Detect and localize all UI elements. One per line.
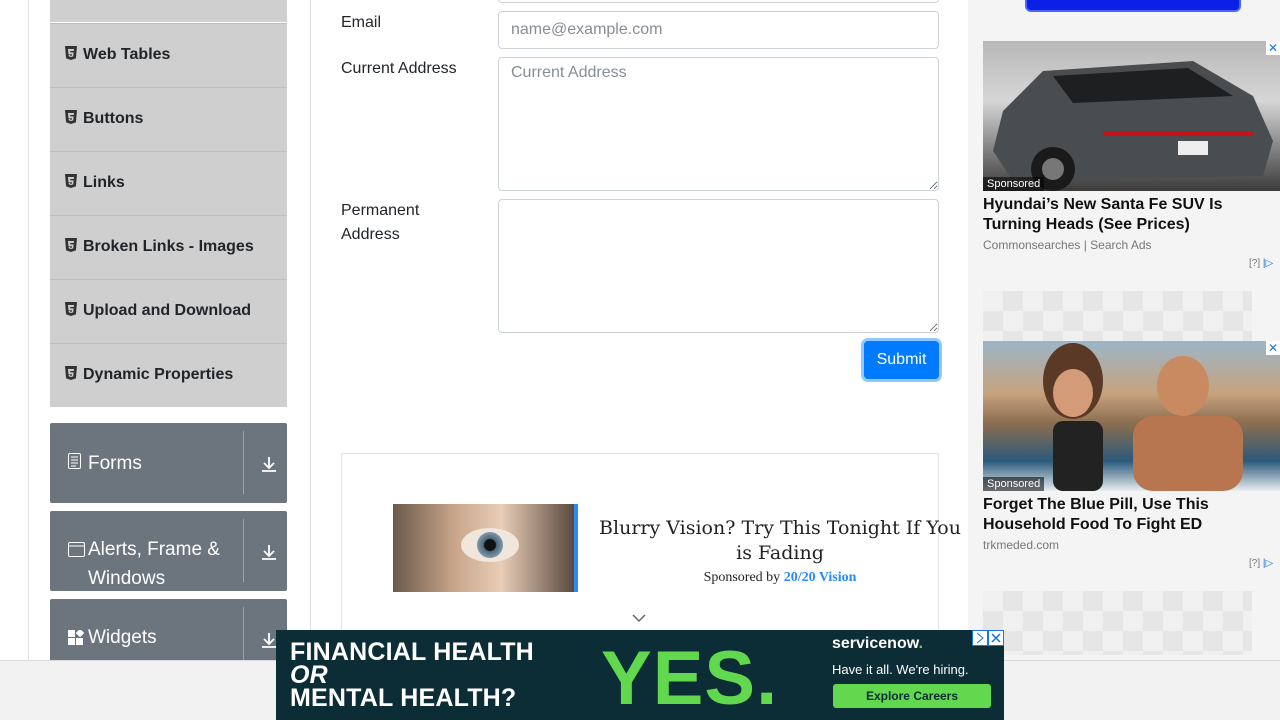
banner-yes: YES. bbox=[601, 636, 779, 720]
ad-boat-image[interactable]: Sponsored ✕ bbox=[983, 341, 1280, 491]
brand-dot: . bbox=[918, 635, 924, 652]
sidebar-group-label: Alerts, Frame & Windows bbox=[88, 539, 220, 589]
banner-tagline: Have it all. We're hiring. bbox=[832, 662, 969, 677]
banner-headline: FINANCIAL HEALTH OR MENTAL HEALTH? bbox=[290, 640, 534, 712]
previous-input-edge bbox=[498, 0, 939, 3]
current-address-label: Current Address bbox=[341, 60, 457, 77]
sidebar-group-alerts[interactable]: Alerts, Frame & Windows bbox=[50, 511, 287, 591]
divider bbox=[243, 519, 244, 582]
download-arrow-icon[interactable] bbox=[260, 543, 278, 561]
sidebar-item-label: Buttons bbox=[83, 110, 144, 127]
ad-sponsor-name[interactable]: 20/20 Vision bbox=[784, 570, 857, 585]
download-arrow-icon[interactable] bbox=[260, 455, 278, 473]
permanent-address-label: Permanent Address bbox=[341, 199, 419, 247]
divider bbox=[243, 431, 244, 494]
ad-meta[interactable]: [?] |▷ bbox=[1249, 558, 1273, 569]
ad-meta[interactable]: [?] |▷ bbox=[1249, 258, 1273, 269]
ad-meta-text: [?] bbox=[1249, 258, 1261, 269]
sidebar-item-label: Web Tables bbox=[83, 46, 171, 63]
sidebar-item-upload-download[interactable]: Upload and Download bbox=[50, 279, 287, 343]
ad-meta-text: [?] bbox=[1249, 558, 1261, 569]
ad-top-button[interactable] bbox=[1025, 0, 1241, 12]
permanent-address-label-line1: Permanent bbox=[341, 202, 420, 219]
sidebar-group-label: Widgets bbox=[88, 627, 157, 648]
sidebar-item-label: Links bbox=[83, 174, 125, 191]
ad-close-icon[interactable] bbox=[972, 630, 1004, 646]
banner-brand: servicenow. bbox=[832, 635, 923, 653]
html5-icon bbox=[65, 46, 77, 60]
left-divider bbox=[28, 0, 29, 660]
adchoices-icon: |▷ bbox=[1262, 558, 1274, 569]
html5-icon bbox=[65, 238, 77, 252]
brand-main: servicenow bbox=[832, 635, 919, 652]
html5-icon bbox=[65, 366, 77, 380]
ad-headline[interactable]: Forget The Blue Pill, Use This Household… bbox=[983, 495, 1280, 535]
bottom-banner-ad[interactable]: FINANCIAL HEALTH OR MENTAL HEALTH? YES. … bbox=[276, 630, 1004, 720]
sidebar-item-previous[interactable] bbox=[50, 0, 287, 22]
ad-headline[interactable]: Hyundai’s New Santa Fe SUV Is Turning He… bbox=[983, 195, 1280, 235]
ad-headline[interactable]: Blurry Vision? Try This Tonight If You i… bbox=[585, 516, 975, 566]
eye-iris bbox=[477, 532, 503, 558]
banner-controls[interactable] bbox=[972, 630, 1004, 646]
main-divider bbox=[310, 0, 311, 660]
page: { "sidebar": { "subitems": [ {"label": "… bbox=[0, 0, 1280, 720]
sponsored-tag: Sponsored bbox=[983, 477, 1045, 491]
ad-source[interactable]: trkmeded.com bbox=[983, 538, 1059, 552]
ad-headline-line2: is Fading bbox=[736, 542, 824, 564]
adchoices-icon: |▷ bbox=[1262, 258, 1274, 269]
ad-sponsor-line: Sponsored by 20/20 Vision bbox=[585, 570, 975, 586]
ad-pattern-spacer bbox=[983, 291, 1252, 341]
sidebar-item-buttons[interactable]: Buttons bbox=[50, 87, 287, 151]
suv-illustration bbox=[993, 61, 1273, 191]
sidebar-group-label: Forms bbox=[88, 453, 142, 474]
ad-source[interactable]: Commonsearches | Search Ads bbox=[983, 238, 1152, 252]
ad-eye-image[interactable] bbox=[393, 504, 574, 592]
permanent-address-label-line2: Address bbox=[341, 226, 400, 243]
current-address-field[interactable] bbox=[498, 57, 939, 191]
banner-line3: MENTAL HEALTH? bbox=[290, 684, 517, 712]
permanent-address-field[interactable] bbox=[498, 199, 939, 333]
explore-careers-button[interactable]: Explore Careers bbox=[833, 684, 991, 708]
email-label: Email bbox=[341, 14, 382, 31]
ad-car-image[interactable]: Sponsored ✕ bbox=[983, 41, 1280, 191]
html5-icon bbox=[65, 174, 77, 188]
sidebar-item-label: Broken Links - Images bbox=[83, 238, 254, 255]
email-field[interactable] bbox=[498, 11, 939, 49]
sidebar-item-broken-links[interactable]: Broken Links - Images bbox=[50, 215, 287, 279]
sidebar-item-web-tables[interactable]: Web Tables bbox=[50, 23, 287, 87]
sidebar-item-label: Upload and Download bbox=[83, 302, 251, 319]
ad-info-icon[interactable]: ✕ bbox=[1266, 41, 1280, 55]
sidebar-item-links[interactable]: Links bbox=[50, 151, 287, 215]
html5-icon bbox=[65, 302, 77, 316]
ad-headline-line1: Blurry Vision? Try This Tonight If You bbox=[599, 517, 961, 539]
sponsored-tag: Sponsored bbox=[983, 177, 1045, 191]
couple-illustration bbox=[1043, 343, 1243, 491]
window-icon bbox=[68, 542, 85, 557]
ad-accent-bar bbox=[574, 504, 578, 592]
ad-pattern-spacer bbox=[983, 591, 1252, 655]
ad-info-icon[interactable]: ✕ bbox=[1266, 341, 1280, 355]
sidebar-item-dynamic-properties[interactable]: Dynamic Properties bbox=[50, 343, 287, 407]
sidebar-group-forms[interactable]: Forms bbox=[50, 423, 287, 503]
html5-icon bbox=[65, 110, 77, 124]
submit-button[interactable]: Submit bbox=[864, 341, 939, 379]
chevron-down-icon[interactable] bbox=[631, 612, 647, 624]
sidebar-item-label: Dynamic Properties bbox=[83, 366, 234, 383]
form-icon bbox=[68, 453, 81, 469]
ad-sponsor-prefix: Sponsored by bbox=[703, 570, 781, 585]
widgets-icon bbox=[68, 630, 84, 645]
